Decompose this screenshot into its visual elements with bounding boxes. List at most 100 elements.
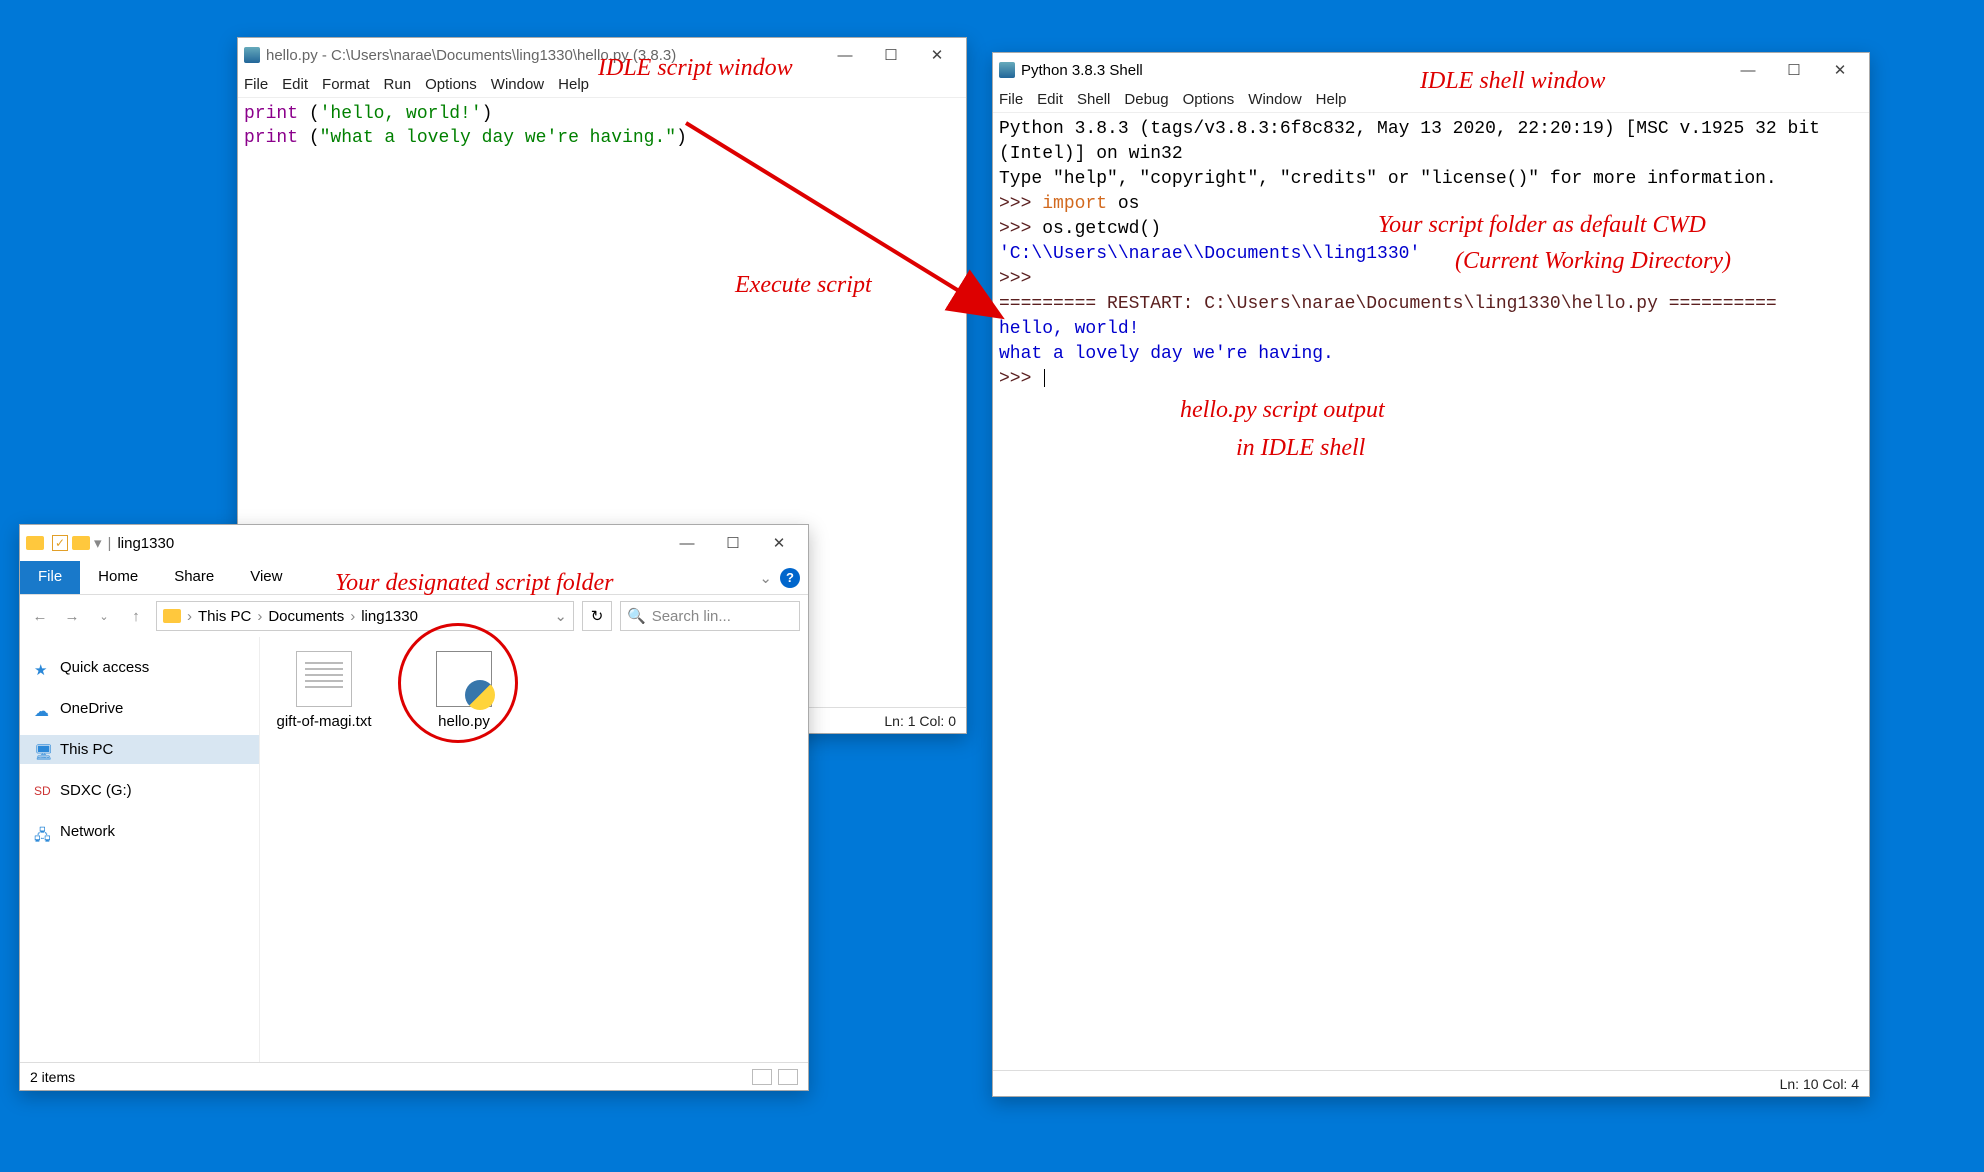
shell-titlebar[interactable]: Python 3.8.3 Shell — ☐ ✕ (993, 53, 1869, 87)
script-title: hello.py - C:\Users\narae\Documents\ling… (266, 47, 822, 64)
script-titlebar[interactable]: hello.py - C:\Users\narae\Documents\ling… (238, 38, 966, 72)
code-string: "what a lovely day we're having." (320, 128, 676, 148)
menu-debug[interactable]: Debug (1124, 91, 1168, 108)
banner-line: Type "help", "copyright", "credits" or "… (999, 169, 1777, 189)
menu-file[interactable]: File (244, 76, 268, 93)
menu-edit[interactable]: Edit (282, 76, 308, 93)
file-name: hello.py (414, 713, 514, 730)
nav-up-button[interactable]: ↑ (124, 608, 148, 625)
breadcrumb[interactable]: › This PC › Documents › ling1330 ⌄ (156, 601, 574, 631)
shell-output[interactable]: Python 3.8.3 (tags/v3.8.3:6f8c832, May 1… (993, 113, 1869, 1070)
menu-options[interactable]: Options (425, 76, 477, 93)
shell-menubar: File Edit Shell Debug Options Window Hel… (993, 87, 1869, 113)
folder-icon (72, 536, 90, 550)
help-icon[interactable]: ? (780, 568, 800, 588)
file-list[interactable]: gift-of-magi.txt hello.py (260, 637, 808, 1062)
nav-quick-access[interactable]: ★Quick access (20, 653, 259, 682)
cursor-position: Ln: 10 Col: 4 (1780, 1076, 1859, 1092)
sd-card-icon: SD (34, 784, 52, 798)
refresh-button[interactable]: ↻ (582, 601, 612, 631)
menu-run[interactable]: Run (384, 76, 412, 93)
nav-network[interactable]: 🖧Network (20, 817, 259, 846)
menu-shell[interactable]: Shell (1077, 91, 1110, 108)
file-explorer-window: ✓ ▾ | ling1330 — ☐ ✕ File Home Share Vie… (19, 524, 809, 1091)
maximize-button[interactable]: ☐ (710, 526, 756, 560)
restart-line: ========= RESTART: C:\Users\narae\Docume… (999, 294, 1777, 314)
program-output: what a lovely day we're having. (999, 344, 1334, 364)
item-count: 2 items (30, 1069, 75, 1085)
menu-file[interactable]: File (999, 91, 1023, 108)
prompt: >>> (999, 219, 1042, 239)
ribbon-tab-view[interactable]: View (232, 561, 300, 594)
python-file-icon (436, 651, 492, 707)
file-item-txt[interactable]: gift-of-magi.txt (274, 651, 374, 730)
code-keyword: print (244, 104, 298, 124)
address-bar: ← → ⌄ ↑ › This PC › Documents › ling1330… (20, 595, 808, 637)
python-icon (244, 47, 260, 63)
explorer-body: ★Quick access ☁OneDrive 🖥This PC SDSDXC … (20, 637, 808, 1062)
nav-recent-button[interactable]: ⌄ (92, 610, 116, 623)
prompt: >>> (999, 269, 1042, 289)
prompt: >>> (999, 369, 1045, 389)
pc-icon: 🖥 (34, 743, 52, 757)
close-button[interactable]: ✕ (914, 38, 960, 72)
ribbon-tab-share[interactable]: Share (156, 561, 232, 594)
navigation-pane: ★Quick access ☁OneDrive 🖥This PC SDSDXC … (20, 637, 260, 1062)
idle-shell-window: Python 3.8.3 Shell — ☐ ✕ File Edit Shell… (992, 52, 1870, 1097)
menu-window[interactable]: Window (491, 76, 544, 93)
crumb-documents[interactable]: Documents (268, 608, 344, 625)
ribbon-tab-home[interactable]: Home (80, 561, 156, 594)
file-name: gift-of-magi.txt (274, 713, 374, 730)
menu-options[interactable]: Options (1183, 91, 1235, 108)
crumb-thispc[interactable]: This PC (198, 608, 251, 625)
details-view-button[interactable] (752, 1069, 772, 1085)
menu-window[interactable]: Window (1248, 91, 1301, 108)
file-item-py[interactable]: hello.py (414, 651, 514, 730)
menu-edit[interactable]: Edit (1037, 91, 1063, 108)
nav-forward-button[interactable]: → (60, 608, 84, 625)
search-input[interactable]: 🔍 Search lin... (620, 601, 800, 631)
network-icon: 🖧 (34, 825, 52, 839)
menu-format[interactable]: Format (322, 76, 370, 93)
cloud-icon: ☁ (34, 702, 52, 716)
nav-sdxc[interactable]: SDSDXC (G:) (20, 776, 259, 805)
shell-title: Python 3.8.3 Shell (1021, 62, 1725, 79)
icons-view-button[interactable] (778, 1069, 798, 1085)
minimize-button[interactable]: — (1725, 53, 1771, 87)
qat-checked-icon[interactable]: ✓ (52, 535, 68, 551)
program-output: hello, world! (999, 319, 1139, 339)
explorer-titlebar[interactable]: ✓ ▾ | ling1330 — ☐ ✕ (20, 525, 808, 561)
text-file-icon (296, 651, 352, 707)
cursor-position: Ln: 1 Col: 0 (884, 713, 956, 729)
chevron-right-icon: › (257, 608, 262, 625)
import-keyword: import (1042, 194, 1107, 214)
script-menubar: File Edit Format Run Options Window Help (238, 72, 966, 98)
python-logo-icon (465, 680, 495, 710)
nav-back-button[interactable]: ← (28, 608, 52, 625)
code-string: 'hello, world!' (320, 104, 482, 124)
maximize-button[interactable]: ☐ (868, 38, 914, 72)
qat-dropdown-icon[interactable]: ▾ (94, 534, 102, 552)
crumb-ling1330[interactable]: ling1330 (361, 608, 418, 625)
chevron-right-icon: › (350, 608, 355, 625)
prompt: >>> (999, 194, 1042, 214)
nav-this-pc[interactable]: 🖥This PC (20, 735, 259, 764)
minimize-button[interactable]: — (822, 38, 868, 72)
separator: | (108, 535, 112, 552)
chevron-down-icon[interactable]: ⌄ (554, 607, 567, 625)
maximize-button[interactable]: ☐ (1771, 53, 1817, 87)
menu-help[interactable]: Help (558, 76, 589, 93)
shell-result: 'C:\\Users\\narae\\Documents\\ling1330' (999, 244, 1420, 264)
menu-help[interactable]: Help (1316, 91, 1347, 108)
search-icon: 🔍 (627, 607, 646, 625)
folder-icon (163, 609, 181, 623)
close-button[interactable]: ✕ (756, 526, 802, 560)
nav-onedrive[interactable]: ☁OneDrive (20, 694, 259, 723)
minimize-button[interactable]: — (664, 526, 710, 560)
python-icon (999, 62, 1015, 78)
ribbon-expand-icon[interactable]: ⌄ (759, 569, 772, 587)
ribbon-tab-file[interactable]: File (20, 561, 80, 594)
window-title: ling1330 (117, 535, 174, 552)
code-keyword: print (244, 128, 298, 148)
close-button[interactable]: ✕ (1817, 53, 1863, 87)
